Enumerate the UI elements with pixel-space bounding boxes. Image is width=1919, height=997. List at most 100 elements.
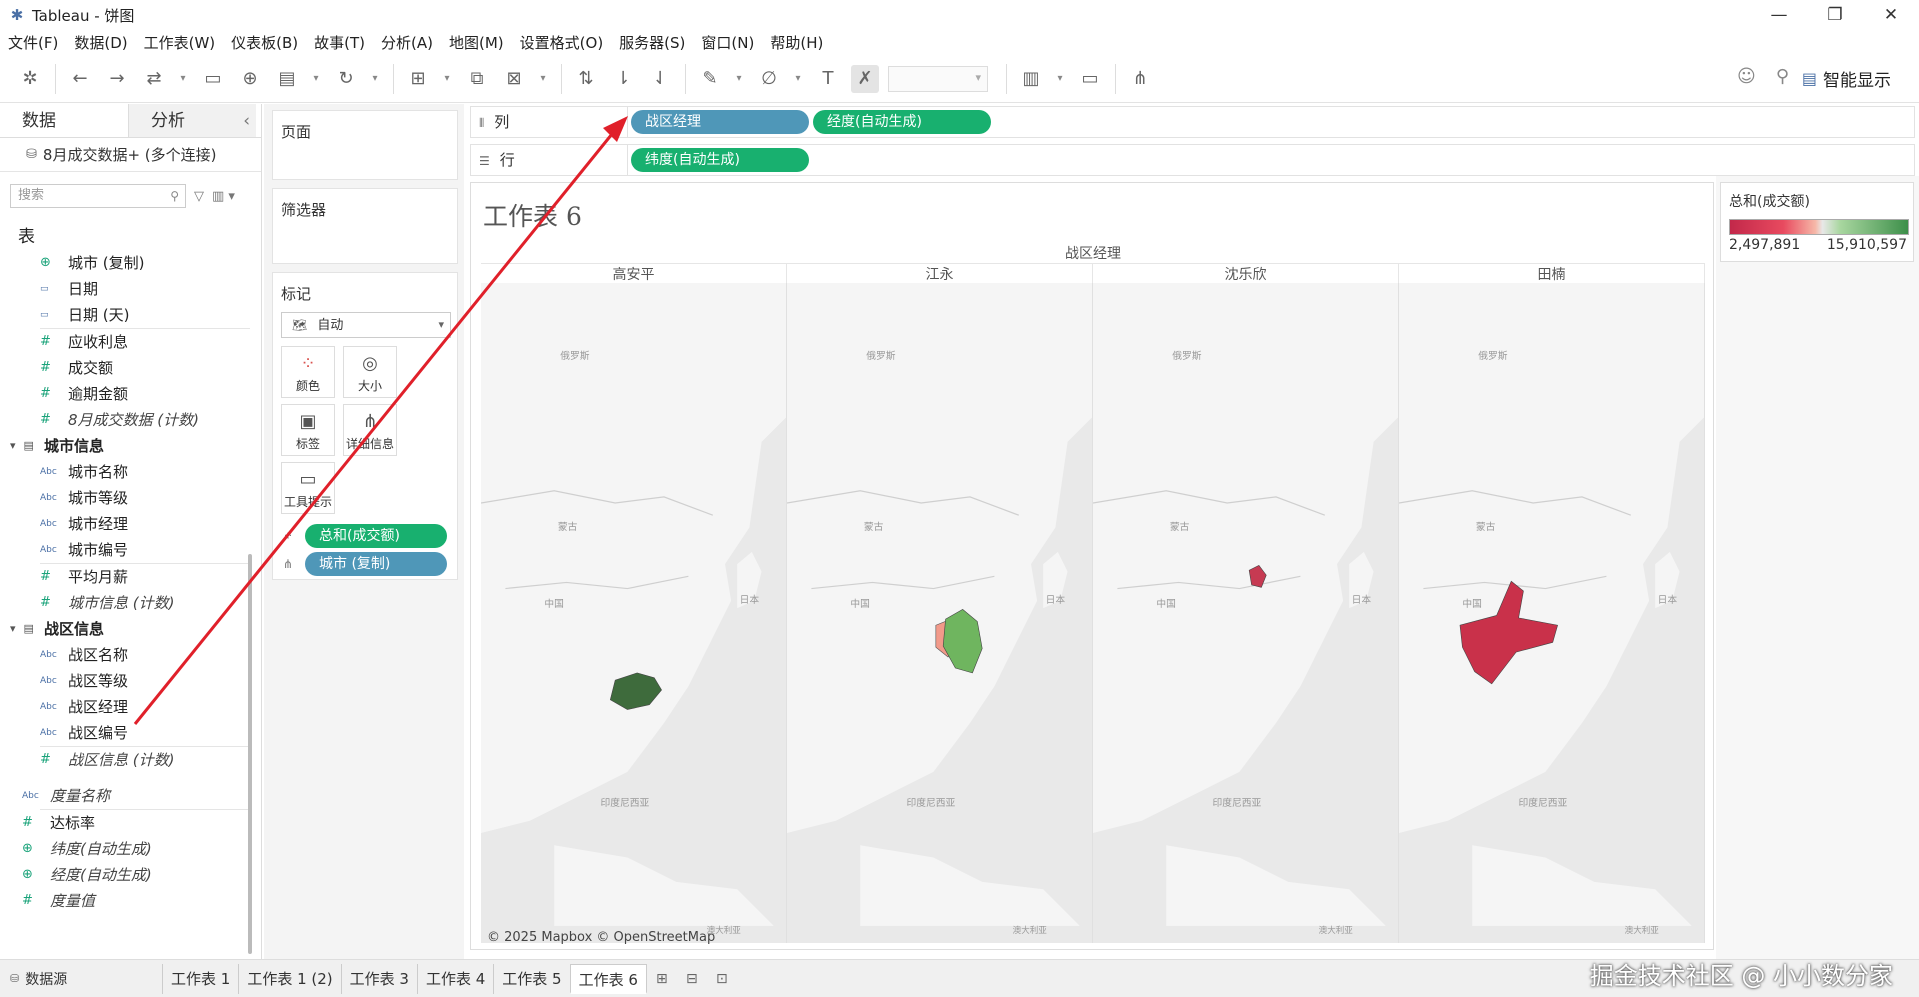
- data-source-item[interactable]: ⛁ 8月成交数据+ (多个连接): [0, 138, 261, 172]
- undo-icon[interactable]: ←: [66, 65, 94, 93]
- field-item[interactable]: Abc 城市编号: [0, 537, 248, 563]
- pin-icon[interactable]: ⚲: [1776, 66, 1789, 87]
- group-icon[interactable]: ∅: [755, 65, 783, 93]
- highlight-icon[interactable]: ✎: [696, 65, 724, 93]
- replay-icon[interactable]: ⇄: [140, 65, 168, 93]
- sheet-tab[interactable]: 工作表 4: [416, 963, 493, 994]
- menu-story[interactable]: 故事(T): [314, 32, 365, 53]
- dropdown-icon[interactable]: ▾: [792, 65, 804, 93]
- column-header[interactable]: 江永: [787, 264, 1093, 283]
- menu-worksheet[interactable]: 工作表(W): [144, 32, 216, 53]
- mark-type-select[interactable]: 🗺 自动: [281, 312, 451, 338]
- field-item[interactable]: Abc 城市经理: [0, 511, 248, 537]
- new-dashboard-icon[interactable]: ⊟: [677, 971, 707, 987]
- save-icon[interactable]: ▭: [199, 65, 227, 93]
- pill-zone-manager[interactable]: 战区经理: [631, 110, 809, 134]
- size-button[interactable]: ◎ 大小: [343, 346, 397, 398]
- field-item[interactable]: # 应收利息: [0, 329, 248, 355]
- field-item[interactable]: # 成交额: [0, 355, 248, 381]
- clear-sheet-icon[interactable]: ⊠: [500, 65, 528, 93]
- show-cards-icon[interactable]: ▥: [1017, 65, 1045, 93]
- label-button[interactable]: ▣ 标签: [281, 404, 335, 456]
- show-labels-icon[interactable]: T: [814, 65, 842, 93]
- refresh-icon[interactable]: ↻: [332, 65, 360, 93]
- new-datasource-icon[interactable]: ⊕: [236, 65, 264, 93]
- pages-card[interactable]: 页面: [272, 110, 458, 180]
- map-pane[interactable]: 俄罗斯 蒙古 中国 日本 印度尼西亚 澳大利亚: [481, 283, 787, 943]
- column-header[interactable]: 沈乐欣: [1093, 264, 1399, 283]
- column-header[interactable]: 田楠: [1399, 264, 1705, 283]
- duplicate-icon[interactable]: ⧉: [463, 65, 491, 93]
- tableau-home-icon[interactable]: ✲: [16, 65, 44, 93]
- tab-analysis[interactable]: 分析: [128, 104, 256, 138]
- minimize-button[interactable]: —: [1751, 0, 1807, 30]
- field-item[interactable]: ⊕ 纬度(自动生成): [0, 836, 248, 862]
- group-city-info[interactable]: ▾ ▤ 城市信息: [0, 433, 248, 459]
- sort-ascending-icon[interactable]: ⇂: [609, 65, 637, 93]
- sheet-tab[interactable]: 工作表 1 (2): [238, 963, 340, 994]
- dropdown-icon[interactable]: ▾: [537, 65, 549, 93]
- field-item[interactable]: # 达标率: [0, 810, 248, 836]
- filter-icon[interactable]: ▽: [194, 189, 204, 204]
- dropdown-icon[interactable]: ▾: [177, 65, 189, 93]
- rows-shelf[interactable]: ☰ 行 纬度(自动生成): [470, 144, 1915, 176]
- field-item[interactable]: ⊕ 经度(自动生成): [0, 862, 248, 888]
- pause-updates-icon[interactable]: ▤: [273, 65, 301, 93]
- datasource-tab[interactable]: ⛁ 数据源: [0, 969, 162, 989]
- field-item[interactable]: #8月成交数据 (计数): [0, 407, 248, 433]
- new-story-icon[interactable]: ⊡: [707, 971, 737, 987]
- worksheet-title[interactable]: 工作表 6: [483, 197, 582, 233]
- menu-server[interactable]: 服务器(S): [619, 32, 685, 53]
- sheet-tab[interactable]: 工作表 5: [493, 963, 569, 994]
- column-header-field[interactable]: 战区经理: [481, 243, 1705, 263]
- field-item[interactable]: # 平均月薪: [0, 564, 248, 590]
- detail-button[interactable]: ⋔ 详细信息: [343, 404, 397, 456]
- close-button[interactable]: ✕: [1863, 0, 1919, 30]
- field-item[interactable]: # 城市信息 (计数): [0, 590, 248, 616]
- field-item[interactable]: Abc 城市等级: [0, 485, 248, 511]
- menu-dashboard[interactable]: 仪表板(B): [231, 32, 298, 53]
- menu-map[interactable]: 地图(M): [449, 32, 504, 53]
- columns-shelf[interactable]: ⦀ 列 战区经理 经度(自动生成): [470, 106, 1915, 138]
- menu-window[interactable]: 窗口(N): [701, 32, 754, 53]
- restore-button[interactable]: ❐: [1807, 0, 1863, 30]
- menu-analysis[interactable]: 分析(A): [381, 32, 433, 53]
- sheet-tab-active[interactable]: 工作表 6: [569, 963, 647, 994]
- field-item[interactable]: Abc 战区名称: [0, 642, 248, 668]
- smart-show-button[interactable]: ▤ 智能显示: [1802, 66, 1891, 91]
- menu-data[interactable]: 数据(D): [74, 32, 127, 53]
- field-item[interactable]: Abc 战区经理: [0, 694, 248, 720]
- sort-descending-icon[interactable]: ⇃: [646, 65, 674, 93]
- field-item[interactable]: ⊕ 城市 (复制): [0, 250, 248, 276]
- tooltip-button[interactable]: ▭ 工具提示: [281, 462, 335, 514]
- new-worksheet-icon[interactable]: ⊞: [404, 65, 432, 93]
- color-legend[interactable]: 总和(成交额) 2,497,891 15,910,597: [1720, 182, 1914, 262]
- tableau-public-icon[interactable]: ☺: [1737, 66, 1756, 87]
- tab-data[interactable]: 数据: [0, 104, 128, 137]
- new-worksheet-icon[interactable]: ⊞: [647, 971, 677, 987]
- share-icon[interactable]: ⋔: [1126, 65, 1154, 93]
- sheet-tab[interactable]: 工作表 1: [162, 963, 238, 994]
- field-item[interactable]: # 战区信息 (计数): [0, 747, 248, 773]
- map-pane[interactable]: 俄罗斯 蒙古 中国 日本 印度尼西亚 澳大利亚: [1399, 283, 1705, 943]
- field-item[interactable]: ▭ 日期 (天): [0, 302, 248, 328]
- dropdown-icon[interactable]: ▾: [441, 65, 453, 93]
- filters-card[interactable]: 筛选器: [272, 188, 458, 264]
- sheet-tab[interactable]: 工作表 3: [340, 963, 417, 994]
- redo-icon[interactable]: →: [103, 65, 131, 93]
- map-pane[interactable]: 俄罗斯 蒙古 中国 日本 印度尼西亚 澳大利亚: [787, 283, 1093, 943]
- presentation-icon[interactable]: ▭: [1076, 65, 1104, 93]
- dropdown-icon[interactable]: ▾: [1054, 65, 1066, 93]
- swap-icon[interactable]: ⇅: [572, 65, 600, 93]
- dropdown-icon[interactable]: ▾: [369, 65, 381, 93]
- field-item[interactable]: # 度量值: [0, 888, 248, 914]
- column-header[interactable]: 高安平: [481, 264, 787, 283]
- search-input[interactable]: 搜索 ⚲: [10, 184, 186, 208]
- pill-latitude[interactable]: 纬度(自动生成): [631, 148, 809, 172]
- field-item[interactable]: Abc 城市名称: [0, 459, 248, 485]
- menu-format[interactable]: 设置格式(O): [520, 32, 604, 53]
- field-item[interactable]: Abc 战区编号: [0, 720, 248, 746]
- fix-axes-icon[interactable]: ✗: [851, 64, 879, 93]
- color-pill-sum-sales[interactable]: 总和(成交额): [305, 524, 447, 548]
- field-item[interactable]: ▭ 日期: [0, 276, 248, 302]
